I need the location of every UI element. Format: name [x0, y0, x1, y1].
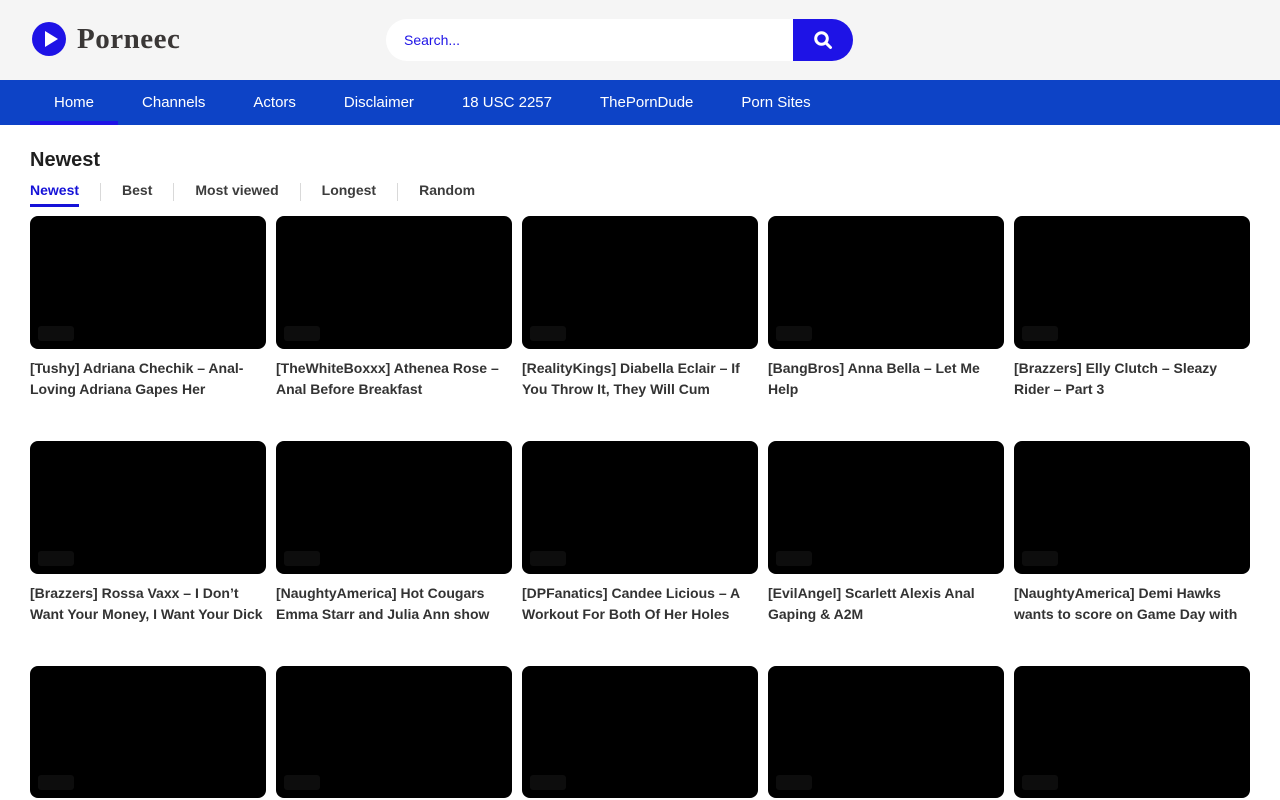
- tab-best[interactable]: Best: [122, 182, 152, 207]
- video-card: [EvilAngel] Scarlett Alexis Anal Gaping …: [768, 441, 1004, 625]
- duration-badge: [284, 775, 320, 790]
- video-title[interactable]: [DPFanatics] Candee Licious – A Workout …: [522, 583, 758, 625]
- duration-badge: [38, 551, 74, 566]
- nav-item-18-usc-2257[interactable]: 18 USC 2257: [438, 80, 576, 125]
- video-thumbnail[interactable]: [30, 216, 266, 349]
- video-card: [NaughtyAmerica] Hot Cougars Emma Starr …: [276, 441, 512, 625]
- page-title: Newest: [30, 148, 1250, 172]
- video-thumbnail[interactable]: [768, 666, 1004, 799]
- search-button[interactable]: [793, 19, 853, 61]
- video-title[interactable]: [Brazzers] Rossa Vaxx – I Don’t Want You…: [30, 583, 266, 625]
- nav-item-porn-sites[interactable]: Porn Sites: [717, 80, 834, 125]
- duration-badge: [38, 775, 74, 790]
- video-thumbnail[interactable]: [768, 441, 1004, 574]
- video-card: [DPFanatics] Candee Licious – A Workout …: [522, 441, 758, 625]
- tab-newest[interactable]: Newest: [30, 182, 79, 207]
- video-title[interactable]: [EvilAngel] Scarlett Alexis Anal Gaping …: [768, 583, 1004, 625]
- video-title[interactable]: [Tushy] Adriana Chechik – Anal-Loving Ad…: [30, 358, 266, 400]
- duration-badge: [284, 326, 320, 341]
- video-title[interactable]: [BangBros] Anna Bella – Let Me Help: [768, 358, 1004, 400]
- video-thumbnail[interactable]: [30, 666, 266, 799]
- video-card: [1014, 666, 1250, 800]
- tab-most-viewed[interactable]: Most viewed: [195, 182, 278, 207]
- video-card: [BangBros] Anna Bella – Let Me Help: [768, 216, 1004, 400]
- video-card: [522, 666, 758, 800]
- main-nav: Home Channels Actors Disclaimer 18 USC 2…: [0, 80, 1280, 125]
- video-title[interactable]: [TheWhiteBoxxx] Athenea Rose – Anal Befo…: [276, 358, 512, 400]
- nav-item-home[interactable]: Home: [30, 80, 118, 125]
- duration-badge: [776, 775, 812, 790]
- tab-divider: [397, 183, 398, 201]
- video-thumbnail[interactable]: [30, 441, 266, 574]
- site-logo-text: Porneec: [77, 22, 180, 56]
- video-card: [NaughtyAmerica] Demi Hawks wants to sco…: [1014, 441, 1250, 625]
- video-card: [768, 666, 1004, 800]
- tab-divider: [173, 183, 174, 201]
- duration-badge: [776, 551, 812, 566]
- nav-item-theporndude[interactable]: ThePornDude: [576, 80, 717, 125]
- search-icon: [812, 29, 834, 51]
- video-thumbnail[interactable]: [1014, 441, 1250, 574]
- nav-item-disclaimer[interactable]: Disclaimer: [320, 80, 438, 125]
- site-logo[interactable]: Porneec: [32, 22, 180, 56]
- video-thumbnail[interactable]: [522, 216, 758, 349]
- duration-badge: [284, 551, 320, 566]
- search-form: [386, 19, 853, 61]
- site-header: Porneec: [0, 0, 1280, 80]
- duration-badge: [530, 326, 566, 341]
- video-grid: [Tushy] Adriana Chechik – Anal-Loving Ad…: [30, 216, 1250, 800]
- video-title[interactable]: [NaughtyAmerica] Demi Hawks wants to sco…: [1014, 583, 1250, 625]
- duration-badge: [530, 551, 566, 566]
- sort-tabs: Newest Best Most viewed Longest Random: [30, 182, 1250, 207]
- video-thumbnail[interactable]: [522, 441, 758, 574]
- video-thumbnail[interactable]: [276, 666, 512, 799]
- video-title[interactable]: [Brazzers] Elly Clutch – Sleazy Rider – …: [1014, 358, 1250, 400]
- video-thumbnail[interactable]: [1014, 666, 1250, 799]
- video-card: [Brazzers] Rossa Vaxx – I Don’t Want You…: [30, 441, 266, 625]
- duration-badge: [38, 326, 74, 341]
- video-thumbnail[interactable]: [768, 216, 1004, 349]
- video-card: [Tushy] Adriana Chechik – Anal-Loving Ad…: [30, 216, 266, 400]
- duration-badge: [1022, 551, 1058, 566]
- video-thumbnail[interactable]: [1014, 216, 1250, 349]
- video-card: [Brazzers] Elly Clutch – Sleazy Rider – …: [1014, 216, 1250, 400]
- video-title[interactable]: [RealityKings] Diabella Eclair – If You …: [522, 358, 758, 400]
- video-card: [276, 666, 512, 800]
- tab-random[interactable]: Random: [419, 182, 475, 207]
- main-content: Newest Newest Best Most viewed Longest R…: [0, 148, 1280, 800]
- nav-item-channels[interactable]: Channels: [118, 80, 229, 125]
- duration-badge: [1022, 775, 1058, 790]
- tab-longest[interactable]: Longest: [322, 182, 376, 207]
- duration-badge: [776, 326, 812, 341]
- video-thumbnail[interactable]: [522, 666, 758, 799]
- play-icon: [32, 22, 66, 56]
- nav-item-actors[interactable]: Actors: [229, 80, 320, 125]
- video-card: [RealityKings] Diabella Eclair – If You …: [522, 216, 758, 400]
- duration-badge: [1022, 326, 1058, 341]
- video-thumbnail[interactable]: [276, 216, 512, 349]
- video-thumbnail[interactable]: [276, 441, 512, 574]
- video-card: [30, 666, 266, 800]
- tab-divider: [100, 183, 101, 201]
- search-input[interactable]: [386, 19, 853, 61]
- duration-badge: [530, 775, 566, 790]
- tab-divider: [300, 183, 301, 201]
- video-card: [TheWhiteBoxxx] Athenea Rose – Anal Befo…: [276, 216, 512, 400]
- video-title[interactable]: [NaughtyAmerica] Hot Cougars Emma Starr …: [276, 583, 512, 625]
